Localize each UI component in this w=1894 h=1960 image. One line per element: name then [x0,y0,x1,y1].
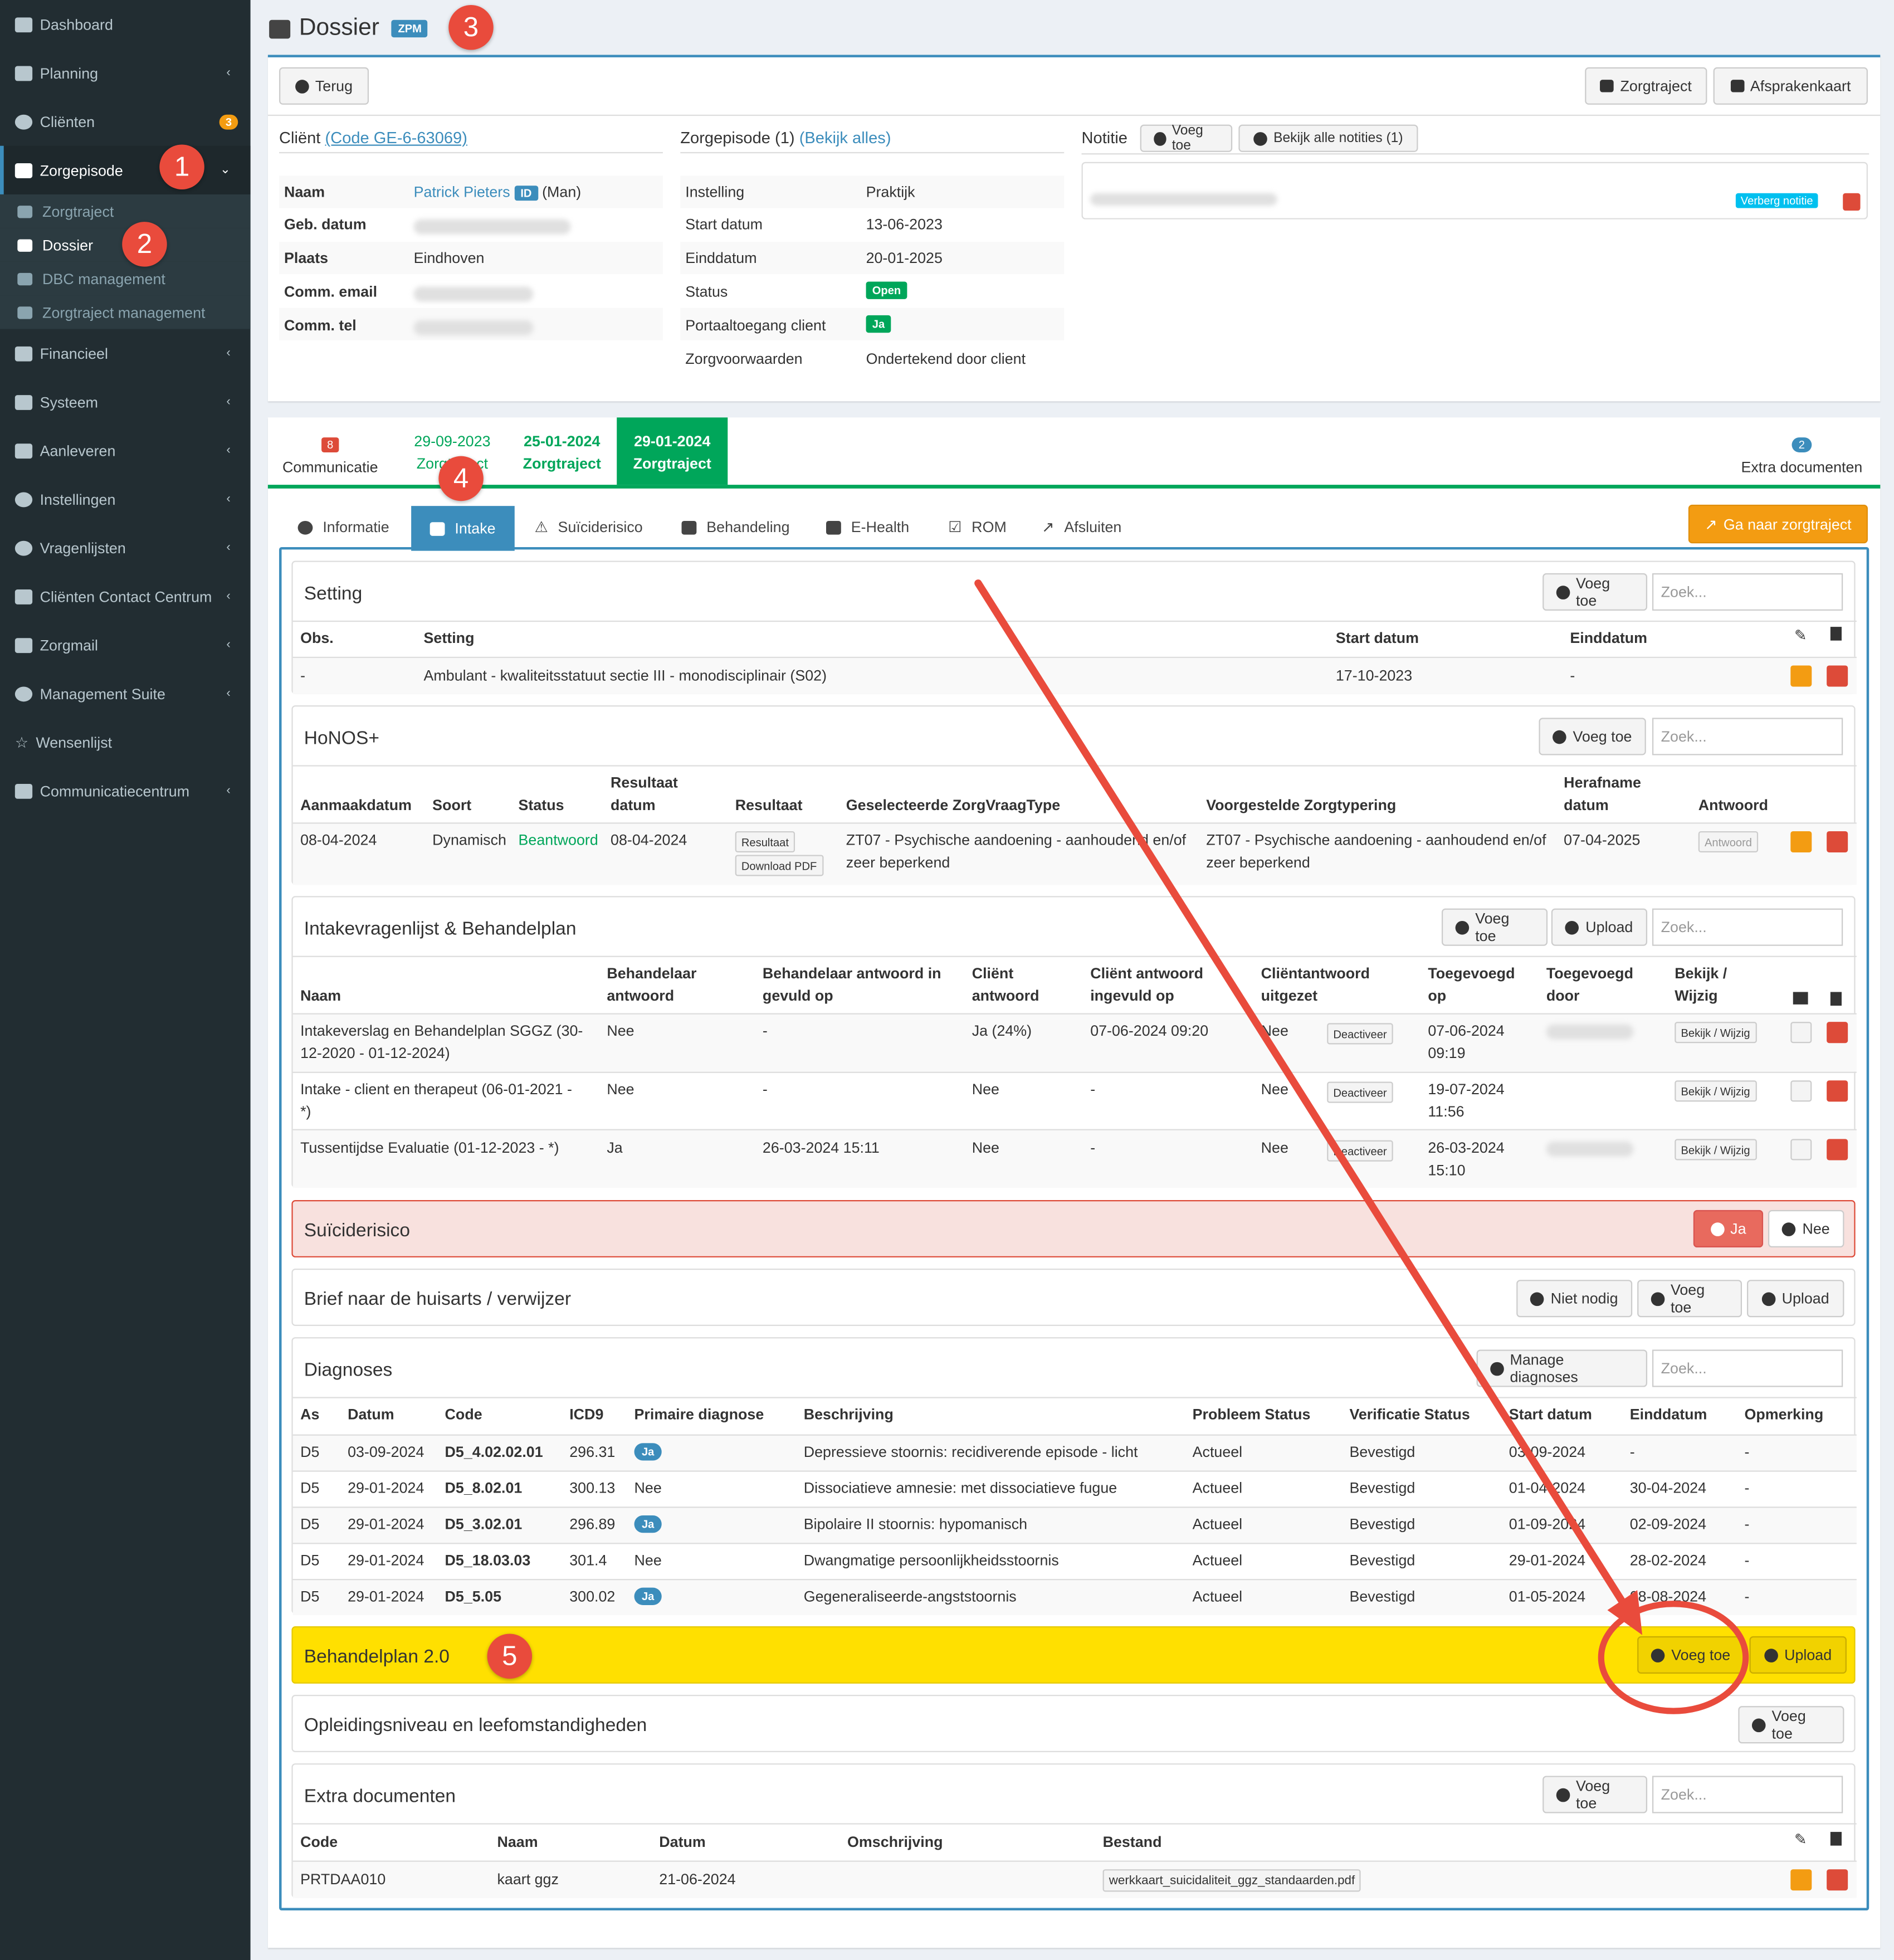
annotation-arrow-line [974,579,1630,1612]
annotation-circle [1598,1601,1749,1714]
annotation-arrow-overlay [974,579,1749,1714]
